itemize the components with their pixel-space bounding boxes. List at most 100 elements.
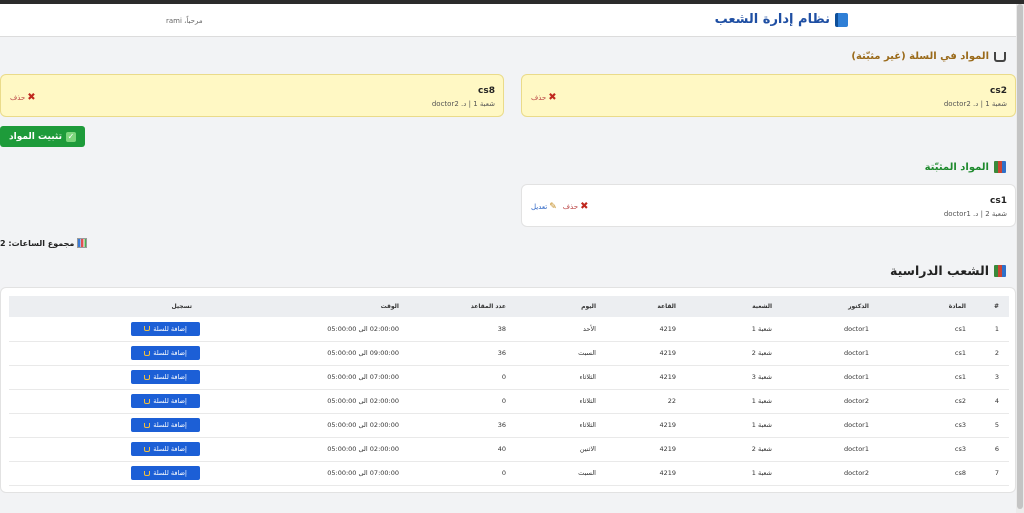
header-register: تسجيل bbox=[9, 296, 202, 317]
row-room: 22 bbox=[596, 389, 676, 414]
row-doctor: doctor1 bbox=[772, 317, 869, 342]
row-day: السبت bbox=[506, 461, 596, 486]
add-to-cart-button[interactable]: إضافة للسلة bbox=[131, 346, 200, 360]
row-day: الأحد bbox=[506, 317, 596, 342]
row-section: شعبة 1 bbox=[676, 413, 772, 438]
cart-icon bbox=[144, 446, 151, 452]
add-to-cart-label: إضافة للسلة bbox=[153, 324, 187, 333]
row-course: cs1 bbox=[869, 341, 966, 366]
row-course: cs1 bbox=[869, 317, 966, 342]
row-room: 4219 bbox=[596, 437, 676, 462]
row-index: 5 bbox=[966, 413, 1009, 438]
row-seats: 36 bbox=[399, 413, 506, 438]
row-seats: 0 bbox=[399, 365, 506, 390]
total-hours-text: مجموع الساعات: 2 bbox=[0, 238, 75, 248]
scrollbar-thumb[interactable] bbox=[1017, 4, 1023, 509]
add-to-cart-button[interactable]: إضافة للسلة bbox=[131, 394, 200, 408]
welcome-text: مرحباً، rami bbox=[166, 17, 203, 25]
table-row: 7 cs8 doctor2 شعبة 1 4219 السبت 0 07:00:00 الى … bbox=[9, 461, 1009, 486]
delete-button[interactable]: ✖ حذف bbox=[10, 93, 36, 103]
row-time: 07:00:00 الى 05:00:00 bbox=[202, 461, 399, 486]
row-doctor: doctor1 bbox=[772, 365, 869, 390]
row-register: إضافة للسلة bbox=[9, 317, 202, 342]
fixed-item-card: cs1 شعبة 2 | د. doctor1 ✖ حذف ✎ تعديل bbox=[521, 184, 1016, 227]
row-doctor: doctor1 bbox=[772, 413, 869, 438]
row-room: 4219 bbox=[596, 413, 676, 438]
row-day: الاثنين bbox=[506, 437, 596, 462]
row-section: شعبة 3 bbox=[676, 365, 772, 390]
add-to-cart-button[interactable]: إضافة للسلة bbox=[131, 370, 200, 384]
row-section: شعبة 2 bbox=[676, 437, 772, 462]
row-seats: 0 bbox=[399, 389, 506, 414]
fixed-section-title: المواد المثبّتة bbox=[925, 161, 1006, 173]
row-course: cs3 bbox=[869, 437, 966, 462]
header-time: الوقت bbox=[202, 296, 399, 317]
course-name: cs2 bbox=[990, 86, 1007, 96]
course-meta: شعبة 2 | د. doctor1 bbox=[943, 210, 1007, 218]
table-row: 1 cs1 doctor1 شعبة 1 4219 الأحد 38 02:00:00 الى… bbox=[9, 317, 1009, 342]
row-course: cs1 bbox=[869, 365, 966, 390]
header-room: القاعة bbox=[596, 296, 676, 317]
row-register: إضافة للسلة bbox=[9, 341, 202, 366]
row-doctor: doctor1 bbox=[772, 437, 869, 462]
delete-button[interactable]: ✖ حذف bbox=[531, 93, 557, 103]
add-to-cart-label: إضافة للسلة bbox=[153, 373, 187, 381]
delete-label: حذف bbox=[562, 203, 579, 211]
cart-icon bbox=[144, 350, 151, 356]
add-to-cart-button[interactable]: إضافة للسلة bbox=[131, 321, 200, 336]
cart-title-text: المواد في السلة (غير مثبّتة) bbox=[851, 51, 989, 62]
row-seats: 38 bbox=[399, 317, 506, 342]
app-brand[interactable]: نظام إدارة الشعب bbox=[715, 12, 848, 27]
add-to-cart-button[interactable]: إضافة للسلة bbox=[131, 466, 200, 480]
delete-button[interactable]: ✖ حذف bbox=[563, 202, 589, 212]
delete-label: حذف bbox=[531, 94, 547, 102]
row-course: cs8 bbox=[869, 461, 966, 486]
cart-icon bbox=[144, 374, 151, 380]
row-course: cs3 bbox=[869, 413, 966, 438]
row-time: 02:00:00 الى 05:00:00 bbox=[202, 317, 399, 342]
chart-icon bbox=[77, 238, 88, 248]
row-register: إضافة للسلة bbox=[9, 389, 202, 414]
edit-button[interactable]: ✎ تعديل bbox=[531, 202, 557, 212]
row-seats: 36 bbox=[399, 341, 506, 366]
close-icon: ✖ bbox=[548, 92, 557, 103]
row-section: شعبة 1 bbox=[676, 389, 772, 414]
app-title: نظام إدارة الشعب bbox=[714, 12, 830, 27]
book-icon bbox=[835, 12, 848, 27]
row-index: 4 bbox=[966, 389, 1009, 414]
books-icon bbox=[994, 264, 1006, 277]
row-section: شعبة 1 bbox=[676, 317, 772, 342]
row-day: الثلاثاء bbox=[506, 389, 596, 414]
add-to-cart-button[interactable]: إضافة للسلة bbox=[131, 418, 200, 432]
row-index: 3 bbox=[966, 365, 1009, 390]
course-meta: شعبة 1 | د. doctor2 bbox=[943, 100, 1007, 108]
row-time: 07:00:00 الى 05:00:00 bbox=[202, 365, 399, 390]
add-to-cart-label: إضافة للسلة bbox=[153, 421, 187, 429]
confirm-courses-button[interactable]: ✓ تثبيت المواد bbox=[0, 126, 85, 147]
header-section: الشعبة bbox=[676, 296, 772, 317]
table-row: 6 cs3 doctor1 شعبة 2 4219 الاثنين 40 02:00:00 ا… bbox=[9, 437, 1009, 462]
row-register: إضافة للسلة bbox=[9, 437, 202, 462]
row-room: 4219 bbox=[596, 365, 676, 390]
sections-title-text: الشعب الدراسية bbox=[890, 263, 989, 278]
row-index: 2 bbox=[966, 341, 1009, 366]
row-room: 4219 bbox=[596, 461, 676, 486]
row-section: شعبة 1 bbox=[676, 461, 772, 486]
sections-table-card: # المادة الدكتور الشعبة القاعة اليوم عدد… bbox=[0, 287, 1016, 493]
header-doctor: الدكتور bbox=[772, 296, 869, 317]
row-index: 6 bbox=[966, 437, 1009, 462]
row-index: 7 bbox=[966, 461, 1009, 486]
row-doctor: doctor2 bbox=[772, 389, 869, 414]
add-to-cart-button[interactable]: إضافة للسلة bbox=[131, 442, 200, 456]
header-index: # bbox=[966, 296, 1009, 317]
table-row: 3 cs1 doctor1 شعبة 3 4219 الثلاثاء 0 07:00:00 ا… bbox=[9, 365, 1009, 390]
row-seats: 40 bbox=[399, 437, 506, 462]
row-day: الثلاثاء bbox=[506, 365, 596, 390]
close-icon: ✖ bbox=[580, 201, 589, 212]
books-icon bbox=[994, 161, 1006, 173]
header-course: المادة bbox=[869, 296, 966, 317]
cart-item-card: cs2 شعبة 1 | د. doctor2 ✖ حذف bbox=[521, 74, 1016, 117]
row-time: 02:00:00 الى 05:00:00 bbox=[202, 437, 399, 462]
table-header-row: # المادة الدكتور الشعبة القاعة اليوم عدد… bbox=[9, 296, 1009, 317]
cart-icon bbox=[144, 470, 151, 476]
